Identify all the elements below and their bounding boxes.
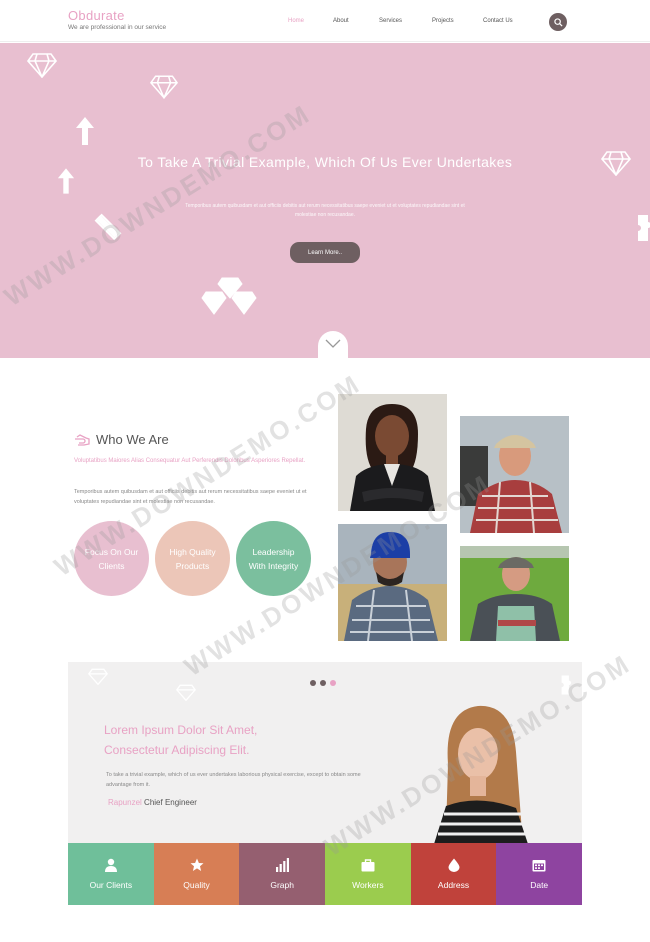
feature-workers[interactable]: Workers — [325, 843, 411, 905]
diamond-icon — [601, 151, 631, 176]
testimonial-text: To take a trivial example, which of us e… — [106, 772, 361, 788]
hero-banner: To Take A Trivial Example, Which Of Us E… — [0, 43, 650, 358]
feature-label: Quality — [183, 880, 210, 890]
about-title: Who We Are — [74, 432, 169, 447]
value-circle-quality: High Quality Products — [155, 521, 230, 596]
feature-quality[interactable]: Quality — [153, 843, 240, 905]
feature-date[interactable]: Date — [496, 843, 583, 905]
value-circle-leadership: Leadership With Integrity — [236, 521, 311, 596]
feature-graph[interactable]: Graph — [239, 843, 326, 905]
hand-pointer-icon — [75, 433, 90, 446]
feature-label: Date — [530, 880, 549, 890]
feature-label: Workers — [352, 880, 384, 890]
author-role: Chief Engineer — [144, 798, 197, 807]
about-title-text: Who We Are — [96, 432, 169, 447]
chevron-down-icon — [325, 339, 341, 348]
learn-more-button[interactable]: Learn More.. — [290, 242, 360, 263]
calendar-icon — [532, 860, 546, 872]
feature-bar: Our Clients Quality Graph Workers Addres… — [68, 843, 583, 905]
testimonial-author: Rapunzel Chief Engineer — [108, 798, 197, 807]
feature-label: Our Clients — [89, 880, 133, 890]
drop-icon — [448, 858, 460, 872]
puzzle-icon — [638, 215, 650, 241]
author-name: Rapunzel — [108, 798, 142, 807]
arrow-up-icon — [76, 117, 94, 145]
feature-label: Address — [437, 880, 470, 890]
team-photo-farmer-cap — [460, 416, 569, 533]
hero-title: To Take A Trivial Example, Which Of Us E… — [137, 154, 513, 170]
team-photo-bearded-man — [338, 524, 447, 641]
about-lead: Voluptatibus Maiores Alias Consequatur A… — [74, 458, 306, 464]
value-circle-clients: Focus On Our Clients — [74, 521, 149, 596]
slider-dot[interactable] — [320, 680, 326, 686]
slider-dots — [310, 680, 336, 686]
search-button[interactable] — [549, 13, 567, 31]
feature-address[interactable]: Address — [410, 843, 497, 905]
testimonial-photo — [426, 702, 536, 844]
search-icon — [553, 17, 563, 27]
diamond-icon — [176, 684, 196, 701]
feature-label: Graph — [270, 880, 294, 890]
diamond-icon — [27, 53, 57, 78]
testimonial-section: Lorem Ipsum Dolor Sit Amet, Consectetur … — [68, 662, 582, 844]
nav-projects[interactable]: Projects — [432, 17, 454, 25]
testimonial-title: Lorem Ipsum Dolor Sit Amet, Consectetur … — [104, 723, 258, 757]
slider-dot-active[interactable] — [330, 680, 336, 686]
diamond-icon — [150, 75, 178, 99]
nav-services[interactable]: Services — [379, 17, 402, 25]
arrow-up-icon — [57, 168, 75, 194]
bar-graph-icon — [276, 858, 290, 872]
pencil-ruler-icon — [94, 213, 122, 241]
scroll-down-button[interactable] — [318, 331, 348, 358]
puzzle-icon — [561, 675, 572, 695]
about-text: Temporibus autem quibusdam et aut offici… — [74, 489, 307, 505]
nav-contact[interactable]: Contact Us — [483, 17, 513, 25]
diamond-icon — [88, 668, 108, 685]
slider-dot[interactable] — [310, 680, 316, 686]
diamond-cluster-icon — [201, 277, 257, 315]
hero-text: Temporibus autem quibusdam et aut offici… — [185, 203, 465, 218]
star-icon — [190, 858, 203, 871]
team-photo-older-man — [460, 546, 569, 641]
feature-our-clients[interactable]: Our Clients — [68, 843, 154, 905]
site-header: Obdurate We are professional in our serv… — [0, 0, 650, 42]
user-icon — [104, 858, 117, 872]
nav-home[interactable]: Home — [288, 17, 304, 25]
team-photo-woman — [338, 394, 447, 511]
briefcase-icon — [361, 859, 375, 872]
nav-about[interactable]: About — [333, 17, 349, 25]
